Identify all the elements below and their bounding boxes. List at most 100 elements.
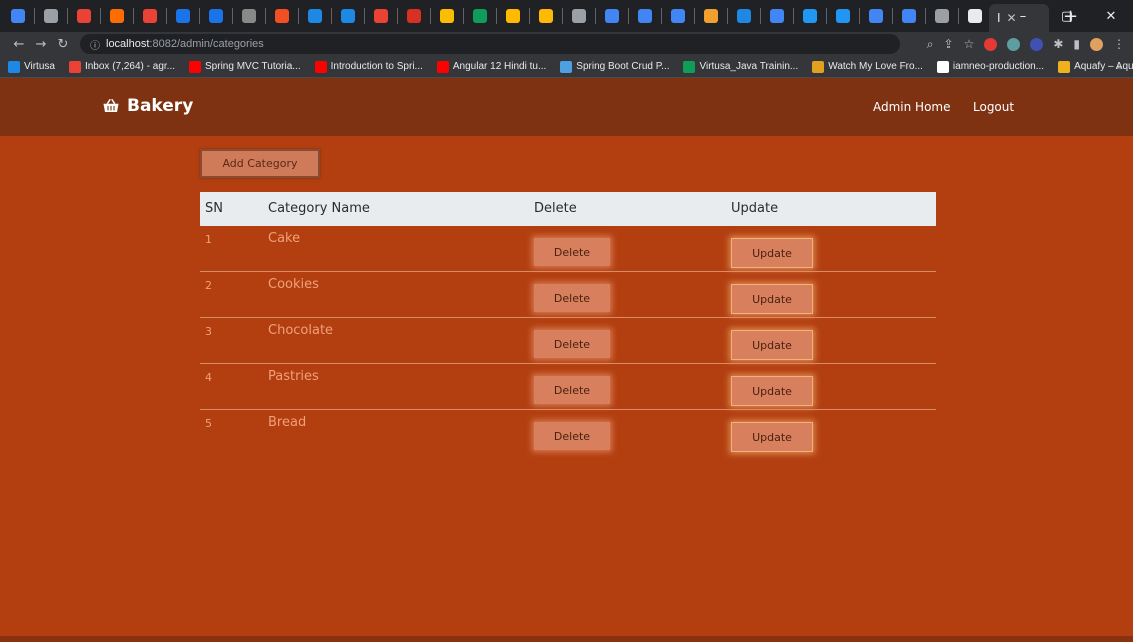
browser-tab[interactable] xyxy=(204,4,228,28)
browser-tab[interactable] xyxy=(567,4,591,28)
update-button[interactable]: Update xyxy=(731,238,813,268)
browser-tab[interactable] xyxy=(501,4,525,28)
restore-icon[interactable]: ▢ xyxy=(1045,9,1089,24)
forward-icon[interactable]: → xyxy=(30,37,52,52)
nav-admin-home[interactable]: Admin Home xyxy=(873,100,951,114)
bookmark-item[interactable]: Inbox (7,264) - agr... xyxy=(68,60,175,73)
browser-tab[interactable] xyxy=(39,4,63,28)
row-category-name: Pastries xyxy=(268,369,319,384)
bookmark-favicon-icon xyxy=(560,60,573,73)
tab-favicon-icon xyxy=(638,9,652,23)
bookmark-item[interactable]: Virtusa xyxy=(8,60,55,73)
row-category-name: Chocolate xyxy=(268,323,334,338)
browser-tab[interactable] xyxy=(732,4,756,28)
nav-logout[interactable]: Logout xyxy=(973,100,1014,114)
side-panel-icon[interactable]: ▮ xyxy=(1073,37,1080,51)
update-button[interactable]: Update xyxy=(731,330,813,360)
browser-tab[interactable] xyxy=(303,4,327,28)
bookmark-item[interactable]: Introduction to Spri... xyxy=(314,60,423,73)
bookmark-favicon-icon xyxy=(8,60,20,73)
browser-tab[interactable] xyxy=(402,4,426,28)
table-row: 2 Cookies Delete Update xyxy=(200,272,936,318)
browser-tab[interactable] xyxy=(765,4,789,28)
update-button[interactable]: Update xyxy=(731,376,813,406)
browser-tab[interactable] xyxy=(600,4,624,28)
browser-tab[interactable] xyxy=(270,4,294,28)
bookmark-label: Watch My Love Fro... xyxy=(828,61,923,72)
menu-kebab-icon[interactable]: ⋮ xyxy=(1113,37,1125,51)
extension-icon[interactable] xyxy=(1030,37,1044,51)
browser-tab[interactable] xyxy=(930,4,954,28)
tab-separator xyxy=(166,8,167,24)
browser-tab[interactable] xyxy=(864,4,888,28)
browser-tab[interactable] xyxy=(699,4,723,28)
browser-tab[interactable] xyxy=(171,4,195,28)
tab-separator xyxy=(628,8,629,24)
browser-tab[interactable] xyxy=(138,4,162,28)
update-button[interactable]: Update xyxy=(731,422,813,452)
window-controls: ⌄ – ▢ ✕ xyxy=(957,0,1133,32)
brand-link[interactable]: Bakery xyxy=(102,96,193,116)
tab-separator xyxy=(397,8,398,24)
browser-tab[interactable] xyxy=(468,4,492,28)
bookmark-favicon-icon xyxy=(936,60,949,73)
delete-button[interactable]: Delete xyxy=(534,238,610,266)
browser-tab[interactable] xyxy=(6,4,30,28)
profile-avatar[interactable] xyxy=(1090,37,1103,51)
adblock-extension-icon[interactable] xyxy=(984,37,998,51)
browser-tab[interactable] xyxy=(369,4,393,28)
add-category-button[interactable]: Add Category xyxy=(200,149,320,178)
reload-icon[interactable]: ↻ xyxy=(52,37,74,52)
bookmarks-overflow[interactable]: » xyxy=(1116,60,1123,73)
bookmark-item[interactable]: Angular 12 Hindi tu... xyxy=(436,60,546,73)
bookmark-item[interactable]: Spring MVC Tutoria... xyxy=(189,60,301,73)
row-category-name: Bread xyxy=(268,415,307,430)
site-info-icon[interactable]: ⓘ xyxy=(90,37,100,52)
browser-tab[interactable] xyxy=(633,4,657,28)
bookmark-item[interactable]: Spring Boot Crud P... xyxy=(560,60,669,73)
tab-favicon-icon xyxy=(704,9,718,23)
delete-button[interactable]: Delete xyxy=(534,376,610,404)
address-bar[interactable]: ⓘ localhost:8082/admin/categories xyxy=(80,34,900,54)
zoom-icon[interactable]: ⌕ xyxy=(927,37,934,52)
minimize-icon[interactable]: – xyxy=(1001,9,1045,24)
bookmark-label: Aquafy – Aqua Far... xyxy=(1074,61,1133,72)
bookmark-star-icon[interactable]: ☆ xyxy=(964,37,975,51)
extensions-puzzle-icon[interactable]: ✱ xyxy=(1053,37,1063,51)
extension-icon[interactable] xyxy=(1007,37,1021,51)
close-window-icon[interactable]: ✕ xyxy=(1089,9,1133,24)
bookmark-favicon-icon xyxy=(436,60,449,73)
browser-tab[interactable] xyxy=(435,4,459,28)
tab-favicon-icon xyxy=(209,9,223,23)
tab-favicon-icon xyxy=(275,9,289,23)
browser-tab[interactable] xyxy=(798,4,822,28)
browser-tab[interactable] xyxy=(897,4,921,28)
bookmark-item[interactable]: Virtusa_Java Trainin... xyxy=(683,60,798,73)
table-row: 5 Bread Delete Update xyxy=(200,410,936,456)
tab-separator xyxy=(430,8,431,24)
share-icon[interactable]: ⇪ xyxy=(944,37,954,51)
tab-search-icon[interactable]: ⌄ xyxy=(957,9,1001,24)
browser-tab[interactable] xyxy=(336,4,360,28)
tab-favicon-icon xyxy=(770,9,784,23)
tab-favicon-icon xyxy=(143,9,157,23)
browser-tab[interactable] xyxy=(72,4,96,28)
bookmarks-bar: Virtusa Inbox (7,264) - agr... Spring MVC … xyxy=(0,56,1133,78)
row-sn: 2 xyxy=(205,279,212,292)
update-button[interactable]: Update xyxy=(731,284,813,314)
browser-tab[interactable] xyxy=(237,4,261,28)
tab-favicon-icon xyxy=(341,9,355,23)
header-delete: Delete xyxy=(534,201,577,216)
browser-tab[interactable] xyxy=(534,4,558,28)
browser-tab[interactable] xyxy=(831,4,855,28)
back-icon[interactable]: ← xyxy=(8,37,30,52)
tab-separator xyxy=(892,8,893,24)
delete-button[interactable]: Delete xyxy=(534,284,610,312)
header-update: Update xyxy=(731,201,779,216)
bookmark-item[interactable]: iamneo-production... xyxy=(936,60,1044,73)
browser-tab[interactable] xyxy=(105,4,129,28)
bookmark-item[interactable]: Watch My Love Fro... xyxy=(812,60,923,73)
browser-tab[interactable] xyxy=(666,4,690,28)
delete-button[interactable]: Delete xyxy=(534,422,610,450)
delete-button[interactable]: Delete xyxy=(534,330,610,358)
